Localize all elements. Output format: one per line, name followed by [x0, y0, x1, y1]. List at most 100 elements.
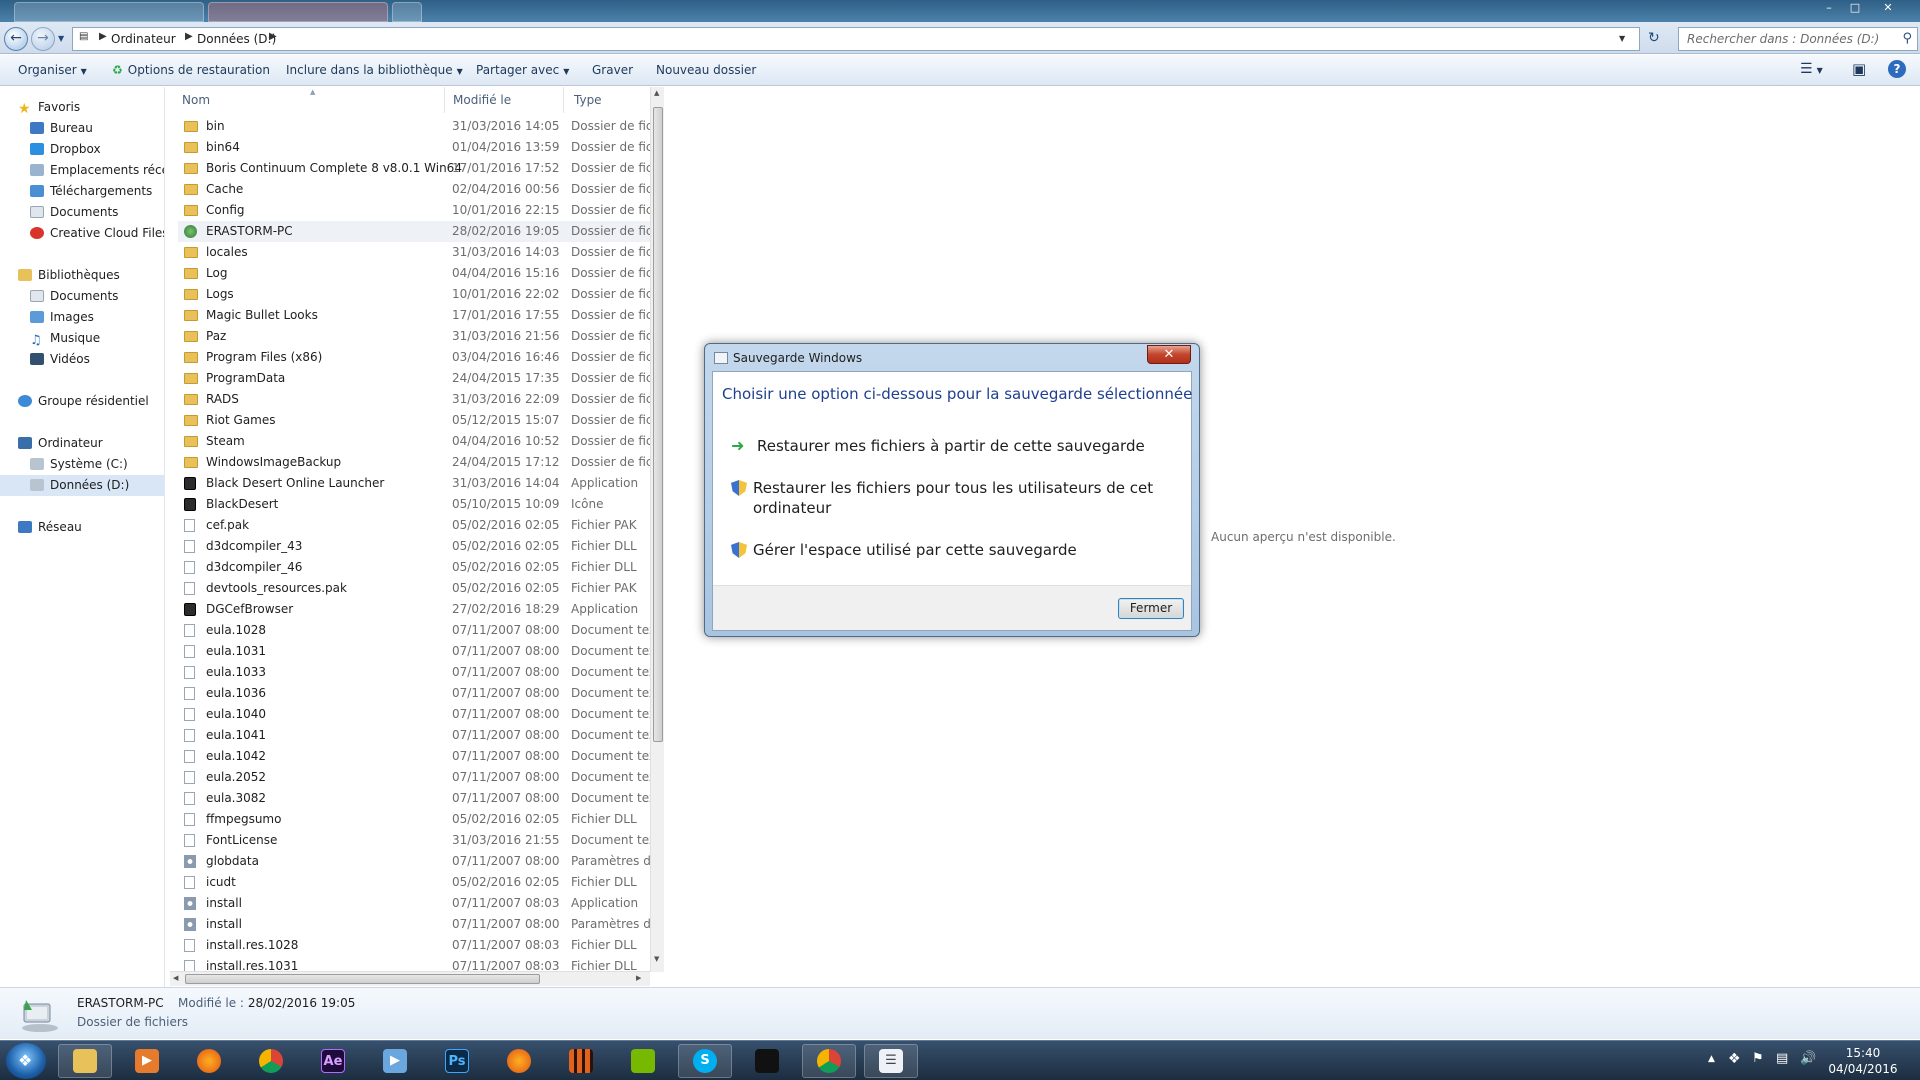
- taskbar-task-list[interactable]: ☰: [864, 1044, 918, 1078]
- preview-pane-icon[interactable]: ▣: [1852, 60, 1866, 78]
- taskbar-clock[interactable]: 15:40 04/04/2016: [1818, 1045, 1908, 1077]
- browser-tab-1[interactable]: [14, 2, 204, 22]
- file-row[interactable]: Riot Games 05/12/2015 15:07 Dossier de fic…: [178, 410, 660, 431]
- file-row[interactable]: Logs 10/01/2016 22:02 Dossier de fichiers: [178, 284, 660, 305]
- taskbar-after-effects[interactable]: Ae: [306, 1044, 360, 1078]
- view-options-icon[interactable]: ☰ ▼: [1800, 61, 1823, 77]
- horizontal-scroll-thumb[interactable]: [185, 974, 540, 984]
- file-row[interactable]: install 07/11/2007 08:00 Paramètres de con…: [178, 914, 660, 935]
- nav-lib-documents[interactable]: Documents: [30, 286, 118, 307]
- minimize-button[interactable]: –: [1816, 0, 1842, 18]
- file-row[interactable]: d3dcompiler_43 05/02/2016 02:05 Fichier DL…: [178, 536, 660, 557]
- taskbar-media-center[interactable]: ▶: [368, 1044, 422, 1078]
- scroll-right-icon[interactable]: ▶: [636, 974, 641, 982]
- file-row[interactable]: Steam 04/04/2016 10:52 Dossier de fichiers: [178, 431, 660, 452]
- nav-homegroup[interactable]: Groupe résidentiel: [18, 391, 149, 412]
- maximize-button[interactable]: □: [1842, 0, 1868, 18]
- file-row[interactable]: Black Desert Online Launcher 31/03/2016 1…: [178, 473, 660, 494]
- nav-drive-d[interactable]: Données (D:): [0, 475, 164, 496]
- nav-computer[interactable]: Ordinateur: [18, 433, 103, 454]
- file-row[interactable]: install 07/11/2007 08:03 Application: [178, 893, 660, 914]
- taskbar-firefox-2[interactable]: [492, 1044, 546, 1078]
- file-row[interactable]: FontLicense 31/03/2016 21:55 Document text…: [178, 830, 660, 851]
- nav-item-downloads[interactable]: Téléchargements: [30, 181, 152, 202]
- nav-lib-images[interactable]: Images: [30, 307, 94, 328]
- file-row[interactable]: devtools_resources.pak 05/02/2016 02:05 Fi…: [178, 578, 660, 599]
- browser-tab-2[interactable]: [208, 2, 388, 22]
- forward-button[interactable]: →: [31, 27, 55, 51]
- nav-network[interactable]: Réseau: [18, 517, 82, 538]
- breadcrumb-drive-d[interactable]: Données (D:): [197, 32, 276, 46]
- recent-pages-chevron-icon[interactable]: ▼: [58, 34, 64, 43]
- taskbar-skype[interactable]: S: [678, 1044, 732, 1078]
- column-header-modified[interactable]: Modifié le: [444, 87, 562, 113]
- nav-favorites[interactable]: ★ Favoris: [18, 97, 80, 118]
- file-row[interactable]: locales 31/03/2016 14:03 Dossier de fichie…: [178, 242, 660, 263]
- file-row[interactable]: Boris Continuum Complete 8 v8.0.1 Win64 1…: [178, 158, 660, 179]
- nav-item-bureau[interactable]: Bureau: [30, 118, 93, 139]
- vertical-scroll-thumb[interactable]: [653, 107, 663, 742]
- breadcrumb-separator-icon[interactable]: ▶: [269, 31, 277, 42]
- breadcrumb-computer[interactable]: Ordinateur: [111, 32, 176, 46]
- file-list-vertical-scrollbar[interactable]: ▲ ▼: [650, 87, 664, 972]
- address-history-chevron-icon[interactable]: ▼: [1619, 34, 1625, 43]
- restore-options-button[interactable]: ♻ Options de restauration: [112, 63, 270, 77]
- search-input[interactable]: Rechercher dans : Données (D:) ⚲: [1678, 27, 1918, 51]
- taskbar-black-desert[interactable]: [740, 1044, 794, 1078]
- file-row[interactable]: install.res.1031 07/11/2007 08:03 Fichier …: [178, 956, 660, 972]
- nav-item-dropbox[interactable]: Dropbox: [30, 139, 101, 160]
- breadcrumb-separator-icon[interactable]: ▶: [185, 31, 193, 42]
- file-row[interactable]: Cache 02/04/2016 00:56 Dossier de fichiers: [178, 179, 660, 200]
- column-header-name[interactable]: Nom ▲: [182, 87, 442, 113]
- nav-drive-c[interactable]: Système (C:): [30, 454, 128, 475]
- nav-lib-music[interactable]: ♫ Musique: [30, 328, 100, 349]
- file-row[interactable]: d3dcompiler_46 05/02/2016 02:05 Fichier DL…: [178, 557, 660, 578]
- back-button[interactable]: ←: [4, 27, 28, 51]
- dialog-close-button[interactable]: ✕: [1147, 345, 1191, 364]
- file-row[interactable]: cef.pak 05/02/2016 02:05 Fichier PAK: [178, 515, 660, 536]
- file-row[interactable]: eula.1042 07/11/2007 08:00 Document texte: [178, 746, 660, 767]
- taskbar-nvidia[interactable]: [616, 1044, 670, 1078]
- taskbar-chrome[interactable]: [244, 1044, 298, 1078]
- file-row[interactable]: install.res.1028 07/11/2007 08:03 Fichier …: [178, 935, 660, 956]
- help-icon[interactable]: ?: [1888, 60, 1906, 78]
- file-row[interactable]: eula.1036 07/11/2007 08:00 Document texte: [178, 683, 660, 704]
- file-row[interactable]: Program Files (x86) 03/04/2016 16:46 Dossi…: [178, 347, 660, 368]
- nav-item-creative-cloud[interactable]: Creative Cloud Files: [30, 223, 164, 244]
- file-row[interactable]: ERASTORM-PC 28/02/2016 19:05 Dossier de fi…: [178, 221, 660, 242]
- taskbar-media-player[interactable]: ▶: [120, 1044, 174, 1078]
- file-row[interactable]: DGCefBrowser 27/02/2016 18:29 Application: [178, 599, 660, 620]
- file-row[interactable]: bin64 01/04/2016 13:59 Dossier de fichiers: [178, 137, 660, 158]
- breadcrumb-separator-icon[interactable]: ▶: [99, 31, 107, 42]
- taskbar-photoshop[interactable]: Ps: [430, 1044, 484, 1078]
- taskbar-chrome-2[interactable]: [802, 1044, 856, 1078]
- file-row[interactable]: Log 04/04/2016 15:16 Dossier de fichiers: [178, 263, 660, 284]
- scroll-down-icon[interactable]: ▼: [654, 955, 659, 963]
- file-row[interactable]: eula.1040 07/11/2007 08:00 Document texte: [178, 704, 660, 725]
- file-row[interactable]: eula.1033 07/11/2007 08:00 Document texte: [178, 662, 660, 683]
- show-hidden-icons-chevron-icon[interactable]: ▲: [1708, 1054, 1715, 1080]
- scroll-left-icon[interactable]: ◀: [173, 974, 178, 982]
- column-header-type[interactable]: Type: [563, 87, 663, 113]
- share-with-menu[interactable]: Partager avec ▼: [476, 63, 569, 77]
- window-close-button[interactable]: ✕: [1868, 0, 1908, 18]
- file-row[interactable]: Magic Bullet Looks 17/01/2016 17:55 Dossie…: [178, 305, 660, 326]
- nav-libraries[interactable]: Bibliothèques: [18, 265, 120, 286]
- refresh-icon[interactable]: ↻: [1648, 30, 1660, 46]
- search-icon[interactable]: ⚲: [1902, 31, 1912, 46]
- fermer-button[interactable]: Fermer: [1118, 598, 1184, 619]
- address-bar[interactable]: ▤ ▶ Ordinateur ▶ Données (D:) ▶ ▼: [72, 27, 1640, 51]
- file-row[interactable]: ffmpegsumo 05/02/2016 02:05 Fichier DLL: [178, 809, 660, 830]
- windows-flag-icon[interactable]: ❖: [1728, 1051, 1741, 1080]
- start-button[interactable]: ❖: [6, 1043, 46, 1079]
- nav-item-documents[interactable]: Documents: [30, 202, 118, 223]
- file-list-horizontal-scrollbar[interactable]: ◀ ▶: [170, 971, 650, 986]
- taskbar-game-launcher[interactable]: [554, 1044, 608, 1078]
- new-tab-button[interactable]: [392, 2, 422, 22]
- file-row[interactable]: eula.3082 07/11/2007 08:00 Document texte: [178, 788, 660, 809]
- file-row[interactable]: Paz 31/03/2016 21:56 Dossier de fichiers: [178, 326, 660, 347]
- nav-lib-videos[interactable]: Vidéos: [30, 349, 90, 370]
- action-center-flag-icon[interactable]: ⚑: [1752, 1051, 1764, 1080]
- new-folder-button[interactable]: Nouveau dossier: [656, 63, 756, 77]
- organiser-menu[interactable]: Organiser ▼: [18, 63, 87, 77]
